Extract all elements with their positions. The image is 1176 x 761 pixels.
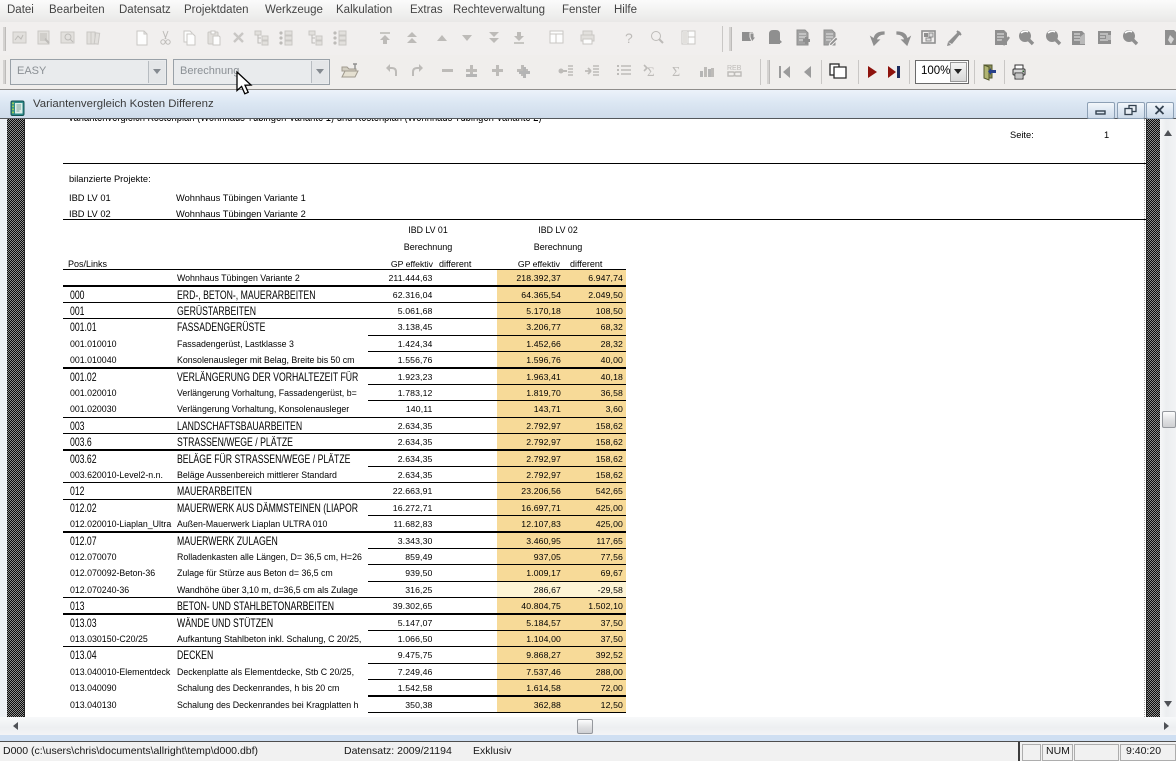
- svg-text:Σ: Σ: [672, 65, 680, 80]
- svg-text:?: ?: [625, 30, 633, 46]
- svg-text:Σ: Σ: [647, 64, 655, 79]
- svg-text:REB: REB: [727, 65, 742, 72]
